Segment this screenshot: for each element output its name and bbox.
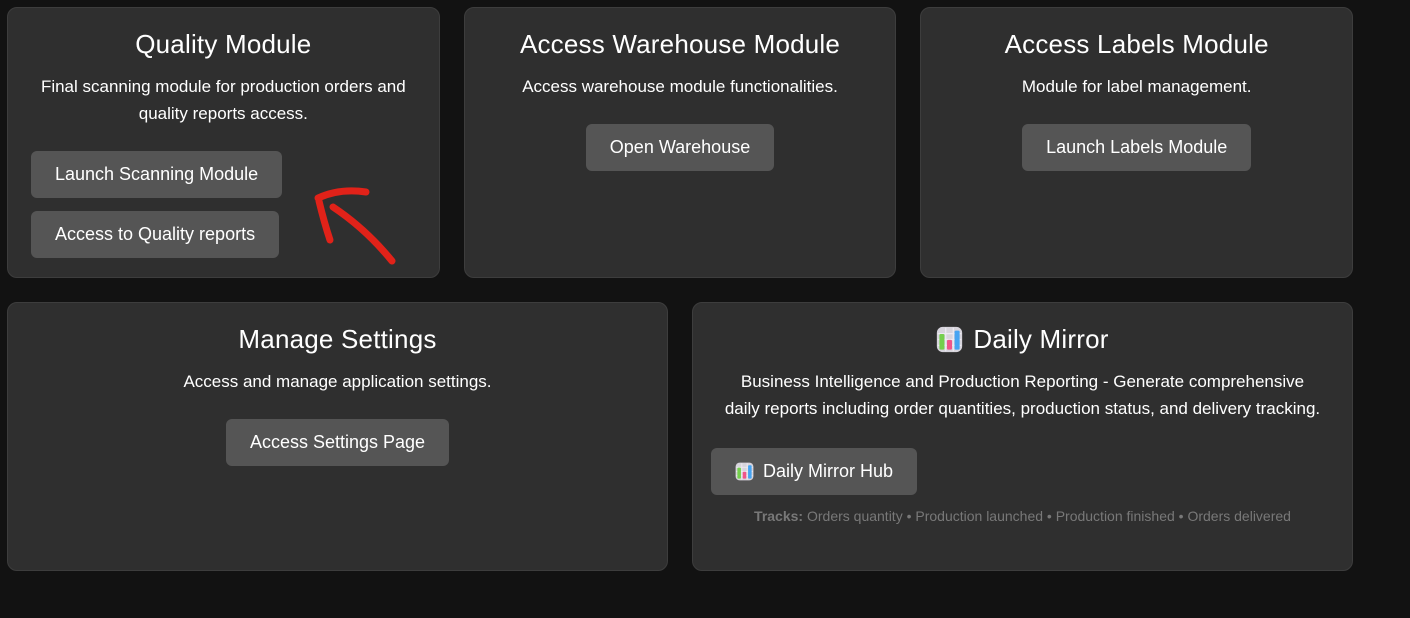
quality-module-card: Quality Module Final scanning module for… <box>7 7 440 278</box>
quality-module-title: Quality Module <box>24 29 423 60</box>
labels-module-description: Module for label management. <box>937 73 1336 100</box>
daily-mirror-button-row: Daily Mirror Hub <box>709 422 1336 495</box>
launch-labels-module-button[interactable]: Launch Labels Module <box>1022 124 1251 171</box>
tracks-label: Tracks: <box>754 508 803 524</box>
daily-mirror-hub-button-label: Daily Mirror Hub <box>763 460 893 483</box>
daily-mirror-description: Business Intelligence and Production Rep… <box>723 368 1323 422</box>
daily-mirror-title-row: Daily Mirror <box>709 324 1336 355</box>
open-warehouse-button[interactable]: Open Warehouse <box>586 124 774 171</box>
labels-module-title: Access Labels Module <box>937 29 1336 60</box>
tracks-items: Orders quantity • Production launched • … <box>807 508 1291 524</box>
warehouse-module-title: Access Warehouse Module <box>481 29 880 60</box>
labels-module-card: Access Labels Module Module for label ma… <box>920 7 1353 278</box>
manage-settings-description: Access and manage application settings. <box>24 368 651 395</box>
manage-settings-card: Manage Settings Access and manage applic… <box>7 302 668 571</box>
launch-scanning-module-button[interactable]: Launch Scanning Module <box>31 151 282 198</box>
dashboard-grid: Quality Module Final scanning module for… <box>7 7 1353 571</box>
warehouse-module-description: Access warehouse module functionalities. <box>481 73 880 100</box>
bar-chart-icon <box>936 326 963 353</box>
modules-dashboard: { "colors": { "page-bg": "#121212", "car… <box>0 0 1410 618</box>
top-row: Quality Module Final scanning module for… <box>7 7 1353 278</box>
daily-mirror-title: Daily Mirror <box>973 324 1108 355</box>
access-quality-reports-button[interactable]: Access to Quality reports <box>31 211 279 258</box>
bar-chart-icon <box>735 462 754 481</box>
daily-mirror-hub-button[interactable]: Daily Mirror Hub <box>711 448 917 495</box>
bottom-row: Manage Settings Access and manage applic… <box>7 302 1353 571</box>
manage-settings-title: Manage Settings <box>24 324 651 355</box>
daily-mirror-card: Daily Mirror Business Intelligence and P… <box>692 302 1353 571</box>
quality-button-stack: Launch Scanning Module Access to Quality… <box>24 151 423 258</box>
tracks-line: Tracks: Orders quantity • Production lau… <box>709 508 1336 525</box>
quality-module-description: Final scanning module for production ord… <box>24 73 423 127</box>
access-settings-page-button[interactable]: Access Settings Page <box>226 419 449 466</box>
warehouse-module-card: Access Warehouse Module Access warehouse… <box>464 7 897 278</box>
